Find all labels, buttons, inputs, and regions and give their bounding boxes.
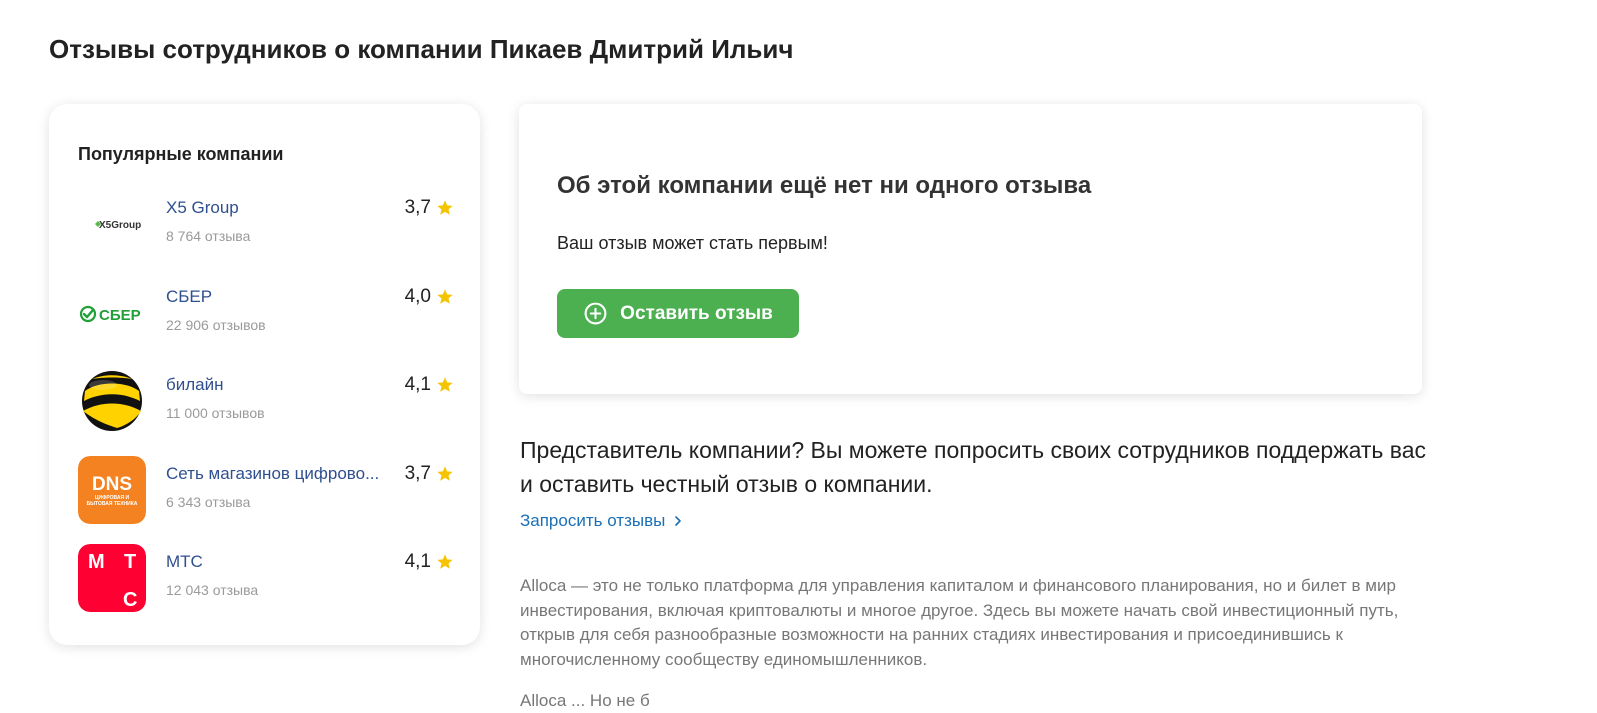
rating-value: 4,1 xyxy=(404,374,431,395)
cropped-next-paragraph: Alloca ... Но не б xyxy=(520,691,650,710)
leave-review-button-label: Оставить отзыв xyxy=(620,302,773,324)
employee-reviews-page: Отзывы сотрудников о компании Пикаев Дми… xyxy=(0,0,1597,713)
svg-text:СБЕР: СБЕР xyxy=(99,307,141,324)
company-list-item: X5Group X5 Group 8 764 отзыва 3,7 xyxy=(78,190,454,258)
company-review-count: 8 764 отзыва xyxy=(166,228,251,244)
x5-group-logo[interactable]: X5Group xyxy=(78,190,146,258)
dns-icon: DNS ЦИФРОВАЯ И БЫТОВАЯ ТЕХНИКА xyxy=(78,455,146,524)
x5-group-icon: X5Group xyxy=(78,190,146,258)
dns-logo[interactable]: DNS ЦИФРОВАЯ И БЫТОВАЯ ТЕХНИКА xyxy=(78,455,146,524)
rating-value: 3,7 xyxy=(404,197,431,218)
svg-text:Т: Т xyxy=(124,551,136,573)
beeline-icon xyxy=(78,367,146,435)
star-icon xyxy=(437,465,453,481)
popular-companies-list: X5Group X5 Group 8 764 отзыва 3,7 СБЕР С… xyxy=(78,190,454,633)
chevron-right-icon xyxy=(675,516,682,526)
company-review-count: 11 000 отзывов xyxy=(166,405,265,421)
company-list-item: DNS ЦИФРОВАЯ И БЫТОВАЯ ТЕХНИКА Сеть мага… xyxy=(78,455,454,524)
svg-text:М: М xyxy=(88,551,105,573)
company-link-x5-group[interactable]: X5 Group xyxy=(166,198,391,218)
company-list-item: билайн 11 000 отзывов 4,1 xyxy=(78,367,454,435)
company-list-item: М Т С МТС 12 043 отзыва 4,1 xyxy=(78,544,454,612)
company-review-count: 12 043 отзыва xyxy=(166,582,259,598)
star-icon xyxy=(437,200,453,215)
mts-logo[interactable]: М Т С xyxy=(78,544,146,612)
representative-invitation-text: Представитель компании? Вы можете попрос… xyxy=(520,437,1427,497)
rating-value: 3,7 xyxy=(404,462,431,484)
request-reviews-link-label: Запросить отзывы xyxy=(520,511,666,530)
star-icon xyxy=(437,288,453,304)
request-reviews-link[interactable]: Запросить отзывы xyxy=(520,511,683,531)
svg-text:X5Group: X5Group xyxy=(99,220,141,231)
svg-text:БЫТОВАЯ ТЕХНИКА: БЫТОВАЯ ТЕХНИКА xyxy=(87,501,138,507)
company-link-mts[interactable]: МТС xyxy=(166,552,391,572)
star-icon xyxy=(437,554,453,569)
company-description: Alloca — это не только платформа для упр… xyxy=(520,576,1399,669)
add-circle-icon xyxy=(584,302,607,325)
company-link-sber[interactable]: СБЕР xyxy=(166,287,391,307)
svg-text:DNS: DNS xyxy=(92,474,132,495)
popular-companies-title: Популярные компании xyxy=(78,144,284,164)
first-review-message: Ваш отзыв может стать первым! xyxy=(557,233,828,253)
popular-companies-card: Популярные компании X5Group X5 Group 8 7… xyxy=(49,104,480,645)
company-link-beeline[interactable]: билайн xyxy=(166,375,391,395)
company-review-count: 22 906 отзывов xyxy=(166,316,266,333)
no-reviews-title: Об этой компании ещё нет ни одного отзыв… xyxy=(557,172,1092,199)
sber-icon: СБЕР xyxy=(78,278,146,347)
star-icon xyxy=(437,377,453,392)
beeline-logo[interactable] xyxy=(78,367,146,435)
company-list-item: СБЕР СБЕР 22 906 отзывов 4,0 xyxy=(78,278,454,347)
mts-icon: М Т С xyxy=(78,544,146,612)
sber-logo[interactable]: СБЕР xyxy=(78,278,146,347)
company-rating: 3,7 xyxy=(405,463,454,485)
page-title: Отзывы сотрудников о компании Пикаев Дми… xyxy=(49,34,794,64)
company-rating: 4,1 xyxy=(405,551,454,573)
leave-review-button[interactable]: Оставить отзыв xyxy=(557,289,799,338)
company-rating: 3,7 xyxy=(405,197,454,219)
company-review-count: 6 343 отзыва xyxy=(166,493,251,510)
rating-value: 4,0 xyxy=(404,285,431,307)
no-reviews-card: Об этой компании ещё нет ни одного отзыв… xyxy=(519,104,1422,394)
rating-value: 4,1 xyxy=(404,551,431,572)
company-link-dns[interactable]: Сеть магазинов цифрово... xyxy=(166,464,391,484)
company-rating: 4,0 xyxy=(405,286,454,308)
svg-text:С: С xyxy=(123,589,137,611)
company-rating: 4,1 xyxy=(405,374,454,396)
